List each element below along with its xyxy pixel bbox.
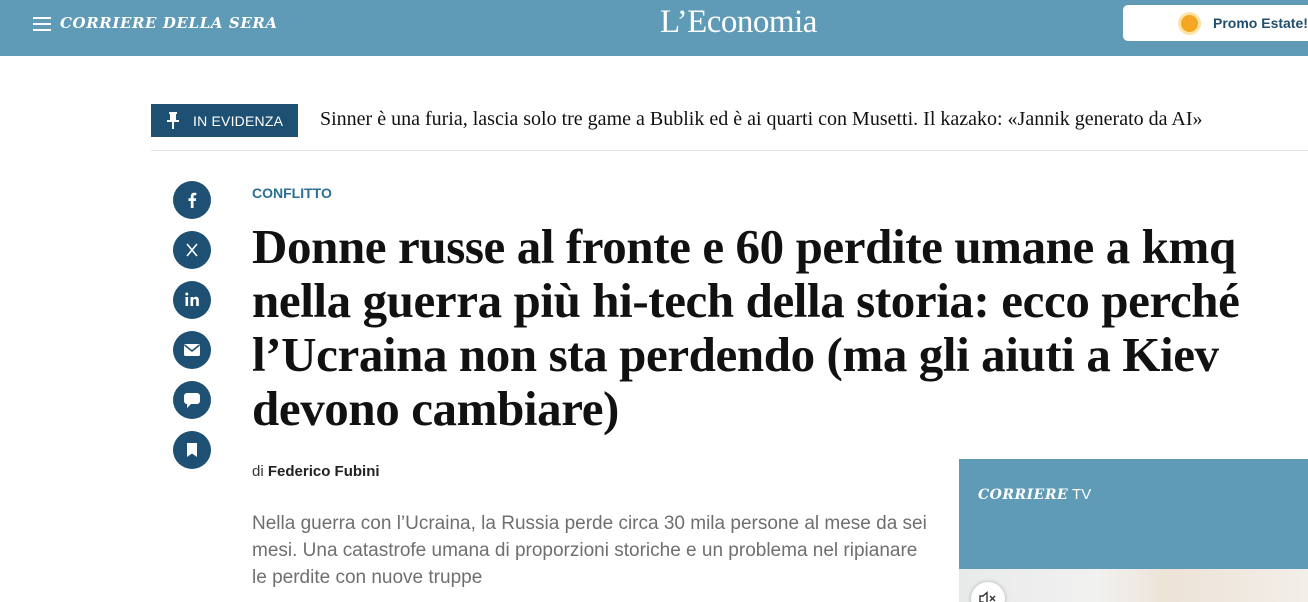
x-icon xyxy=(186,243,198,257)
divider xyxy=(151,150,1308,151)
corriere-tv-label[interactable]: CORRIERE TV xyxy=(978,486,1091,503)
linkedin-icon xyxy=(185,292,199,306)
hamburger-menu-icon[interactable] xyxy=(33,17,51,31)
author-link[interactable]: Federico Fubini xyxy=(268,463,380,480)
email-icon xyxy=(184,344,200,356)
bookmark-button[interactable] xyxy=(173,431,211,469)
corriere-tv-suffix: TV xyxy=(1072,486,1092,503)
promo-label: Promo Estate! xyxy=(1213,15,1308,31)
promo-estate-button[interactable]: Promo Estate! xyxy=(1123,5,1308,41)
pin-icon xyxy=(167,112,179,129)
share-linkedin-button[interactable] xyxy=(173,281,211,319)
in-evidenza-label: IN EVIDENZA xyxy=(193,113,284,129)
byline: di Federico Fubini xyxy=(252,463,380,480)
corriere-brand-link[interactable]: CORRIERE DELLA SERA xyxy=(60,14,278,32)
article-summary: Nella guerra con l’Ucraina, la Russia pe… xyxy=(252,513,927,588)
section-label[interactable]: CONFLITTO xyxy=(252,185,332,201)
sun-icon xyxy=(1181,15,1198,32)
share-email-button[interactable] xyxy=(173,331,211,369)
bookmark-icon xyxy=(187,443,197,457)
video-player[interactable] xyxy=(959,569,1308,602)
speaker-muted-icon xyxy=(979,590,996,602)
article-title: Donne russe al fronte e 60 perdite umane… xyxy=(252,219,1240,436)
mute-button[interactable] xyxy=(971,582,1005,602)
in-evidenza-badge: IN EVIDENZA xyxy=(151,104,298,137)
comments-button[interactable] xyxy=(173,381,211,419)
facebook-icon xyxy=(188,192,197,208)
comment-icon xyxy=(184,393,200,408)
featured-headline-link[interactable]: Sinner è una furia, lascia solo tre game… xyxy=(320,108,1203,131)
share-facebook-button[interactable] xyxy=(173,181,211,219)
economia-logo[interactable]: L’Economia xyxy=(660,4,817,41)
share-x-button[interactable] xyxy=(173,231,211,269)
byline-prefix: di xyxy=(252,463,264,480)
corriere-tv-widget: CORRIERE TV xyxy=(959,459,1308,602)
corriere-tv-brand: CORRIERE xyxy=(978,487,1069,503)
top-bar: CORRIERE DELLA SERA L’Economia Promo Est… xyxy=(0,0,1308,56)
